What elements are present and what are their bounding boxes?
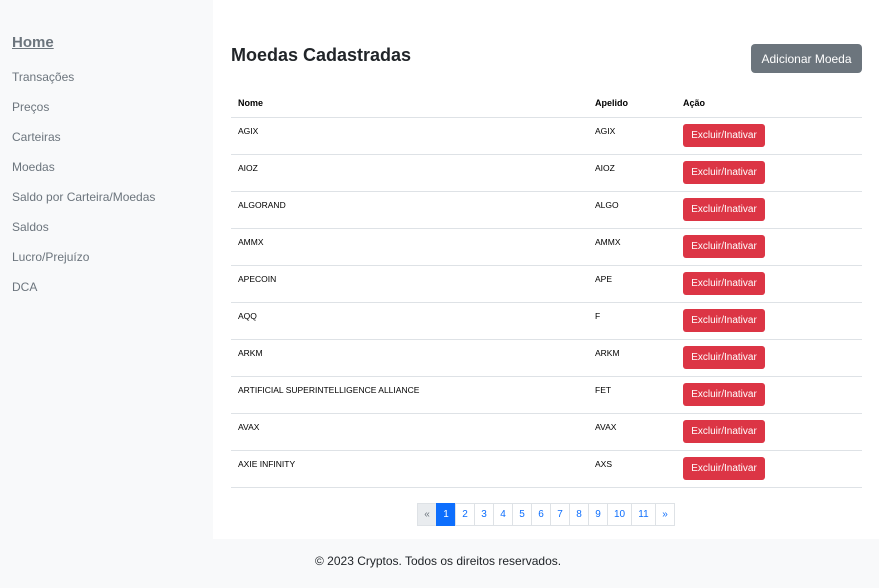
table-row: AGIX AGIX Excluir/Inativar	[231, 118, 862, 155]
coin-name: AXIE INFINITY	[238, 459, 296, 469]
sidebar-item-carteiras[interactable]: Carteiras	[12, 130, 61, 144]
sidebar-item-saldos[interactable]: Saldos	[12, 220, 49, 234]
coin-nickname: ALGO	[595, 200, 619, 210]
pagination-page-4[interactable]: 4	[493, 503, 513, 526]
delete-inactivate-button[interactable]: Excluir/Inativar	[683, 198, 765, 221]
table-body: AGIX AGIX Excluir/Inativar AIOZ AIOZ Excluir/…	[231, 118, 862, 488]
header-action: Ação	[683, 98, 706, 108]
coin-name: ARKM	[238, 348, 263, 358]
table-header: Nome Apelido Ação	[231, 90, 862, 118]
coin-nickname: AGIX	[595, 126, 616, 136]
pagination-page-2[interactable]: 2	[455, 503, 475, 526]
footer: © 2023 Cryptos. Todos os direitos reserv…	[0, 539, 879, 588]
table-row: ALGORAND ALGO Excluir/Inativar	[231, 192, 862, 229]
delete-inactivate-button[interactable]: Excluir/Inativar	[683, 124, 765, 147]
coin-name: ARTIFICIAL SUPERINTELLIGENCE ALLIANCE	[238, 385, 420, 395]
coin-nickname: AXS	[595, 459, 613, 469]
delete-inactivate-button[interactable]: Excluir/Inativar	[683, 383, 765, 406]
coin-nickname: FET	[595, 385, 612, 395]
pagination-page-10[interactable]: 10	[607, 503, 632, 526]
coin-nickname: F	[595, 311, 601, 321]
pagination: «1 2 3 4 5 6 7 8 9 10 11»	[417, 503, 675, 526]
table-row: AQQ F Excluir/Inativar	[231, 303, 862, 340]
coin-name: AVAX	[238, 422, 260, 432]
table-row: AXIE INFINITY AXS Excluir/Inativar	[231, 451, 862, 488]
delete-inactivate-button[interactable]: Excluir/Inativar	[683, 309, 765, 332]
coin-nickname: AMMX	[595, 237, 621, 247]
delete-inactivate-button[interactable]: Excluir/Inativar	[683, 457, 765, 480]
pagination-page-9[interactable]: 9	[588, 503, 608, 526]
sidebar-home-link[interactable]: Home	[12, 34, 54, 51]
sidebar-item-precos[interactable]: Preços	[12, 100, 49, 114]
sidebar-item-transacoes[interactable]: Transações	[12, 70, 74, 84]
delete-inactivate-button[interactable]: Excluir/Inativar	[683, 272, 765, 295]
table-row: AMMX AMMX Excluir/Inativar	[231, 229, 862, 266]
pagination-page-1[interactable]: 1	[436, 503, 456, 526]
table-row: AVAX AVAX Excluir/Inativar	[231, 414, 862, 451]
pagination-prev: «	[417, 503, 437, 526]
coin-nickname: ARKM	[595, 348, 620, 358]
footer-text: © 2023 Cryptos. Todos os direitos reserv…	[315, 554, 562, 568]
table-row: ARKM ARKM Excluir/Inativar	[231, 340, 862, 377]
pagination-page-11[interactable]: 11	[631, 503, 656, 526]
sidebar-item-saldo-carteira-moedas[interactable]: Saldo por Carteira/Moedas	[12, 190, 155, 204]
coin-name: AIOZ	[238, 163, 258, 173]
delete-inactivate-button[interactable]: Excluir/Inativar	[683, 235, 765, 258]
table-row: APECOIN APE Excluir/Inativar	[231, 266, 862, 303]
coin-nickname: AIOZ	[595, 163, 615, 173]
sidebar-item-lucro-prejuizo[interactable]: Lucro/Prejuízo	[12, 250, 89, 264]
sidebar: Home Transações Preços Carteiras Moedas …	[0, 0, 213, 539]
coin-nickname: APE	[595, 274, 613, 284]
pagination-page-7[interactable]: 7	[550, 503, 570, 526]
coin-name: APECOIN	[238, 274, 277, 284]
delete-inactivate-button[interactable]: Excluir/Inativar	[683, 420, 765, 443]
pagination-page-8[interactable]: 8	[569, 503, 589, 526]
sidebar-item-dca[interactable]: DCA	[12, 280, 37, 294]
table-row: AIOZ AIOZ Excluir/Inativar	[231, 155, 862, 192]
sidebar-item-moedas[interactable]: Moedas	[12, 160, 55, 174]
header-name: Nome	[238, 98, 264, 108]
page-title: Moedas Cadastradas	[231, 45, 412, 65]
add-coin-button[interactable]: Adicionar Moeda	[751, 44, 862, 73]
coin-nickname: AVAX	[595, 422, 617, 432]
coin-name: AGIX	[238, 126, 259, 136]
pagination-page-3[interactable]: 3	[474, 503, 494, 526]
coin-name: ALGORAND	[238, 200, 286, 210]
pagination-page-6[interactable]: 6	[531, 503, 551, 526]
delete-inactivate-button[interactable]: Excluir/Inativar	[683, 161, 765, 184]
coin-name: AQQ	[238, 311, 257, 321]
pagination-page-5[interactable]: 5	[512, 503, 532, 526]
delete-inactivate-button[interactable]: Excluir/Inativar	[683, 346, 765, 369]
coin-name: AMMX	[238, 237, 264, 247]
coins-table: Nome Apelido Ação AGIX AGIX Excluir/Inativ…	[231, 90, 862, 488]
table-row: ARTIFICIAL SUPERINTELLIGENCE ALLIANCE FET…	[231, 377, 862, 414]
main-content: Moedas Cadastradas Adicionar Moeda Nome …	[213, 0, 879, 539]
header-nickname: Apelido	[595, 98, 628, 108]
pagination-next[interactable]: »	[655, 503, 675, 526]
